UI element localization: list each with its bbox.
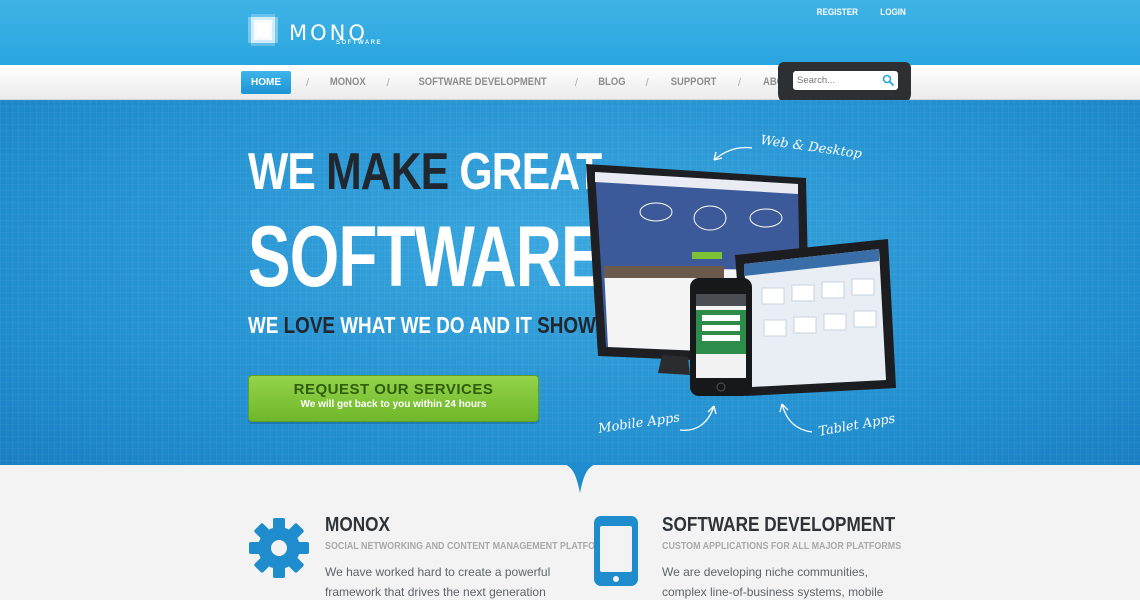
nav-home[interactable]: HOME [241,71,291,94]
tablet-device-icon [735,239,896,396]
login-link[interactable]: LOGIN [880,7,906,18]
nav-separator: / [645,76,649,89]
brand-logo[interactable]: MONO SOFTWARE [248,14,388,50]
curved-arrow-icon [713,146,753,161]
hero-headline: WE MAKE GREAT [248,142,602,202]
hero-notch [560,463,600,493]
curved-arrow-icon [679,405,717,431]
hero-subheadline: WE LOVE WHAT WE DO AND IT SHOWS [248,312,608,339]
top-bar: MONO SOFTWARE REGISTER LOGIN [0,0,1140,65]
hero-headline-part: GREAT [448,143,602,201]
search-icon[interactable] [882,74,894,86]
feature-description: We are developing niche communities, com… [662,565,884,599]
brand-tagline: SOFTWARE [336,40,382,46]
search-container [778,62,911,104]
tablet-icon [594,516,638,586]
nav-monox[interactable]: MONOX [325,71,371,94]
hero-headline-big: SOFTWARE [248,209,603,305]
request-services-button[interactable]: REQUEST OUR SERVICES We will get back to… [248,375,539,422]
main-navbar: HOME / MONOX / SOFTWARE DEVELOPMENT / BL… [0,65,1140,100]
nav-separator: / [386,76,390,89]
logo-mark-icon [248,14,278,46]
gear-icon [249,518,309,578]
mobile-phone-icon [690,278,752,396]
feature-title: SOFTWARE DEVELOPMENT [662,514,896,536]
hero-sub-emphasis: LOVE [283,312,335,338]
nav-separator: / [306,76,310,89]
nav-separator: / [737,76,741,89]
hero-sub-part: WHAT WE DO AND IT [334,312,538,338]
hero-banner: WE MAKE GREAT SOFTWARE WE LOVE WHAT WE D… [0,100,1140,465]
feature-title: MONOX [325,514,390,536]
main-nav: HOME / MONOX / SOFTWARE DEVELOPMENT / BL… [241,71,822,94]
nav-blog[interactable]: BLOG [593,71,631,94]
hero-headline-emphasis: MAKE [326,143,449,201]
cta-subtitle: We will get back to you within 24 hours [300,399,487,410]
hero-sub-part: WE [248,312,284,338]
cta-title: REQUEST OUR SERVICES [293,381,494,398]
nav-support[interactable]: SUPPORT [665,71,721,94]
curved-arrow-icon [779,403,813,433]
feature-description: We have worked hard to create a powerful… [325,565,551,599]
feature-subtitle: SOCIAL NETWORKING AND CONTENT MANAGEMENT… [325,540,609,552]
nav-software-development[interactable]: SOFTWARE DEVELOPMENT [413,71,552,94]
register-link[interactable]: REGISTER [817,7,858,18]
nav-separator: / [574,76,578,89]
feature-subtitle: CUSTOM APPLICATIONS FOR ALL MAJOR PLATFO… [662,540,902,552]
hero-headline-part: WE [248,143,327,201]
account-links: REGISTER LOGIN [813,7,908,18]
devices-illustration [586,164,896,396]
